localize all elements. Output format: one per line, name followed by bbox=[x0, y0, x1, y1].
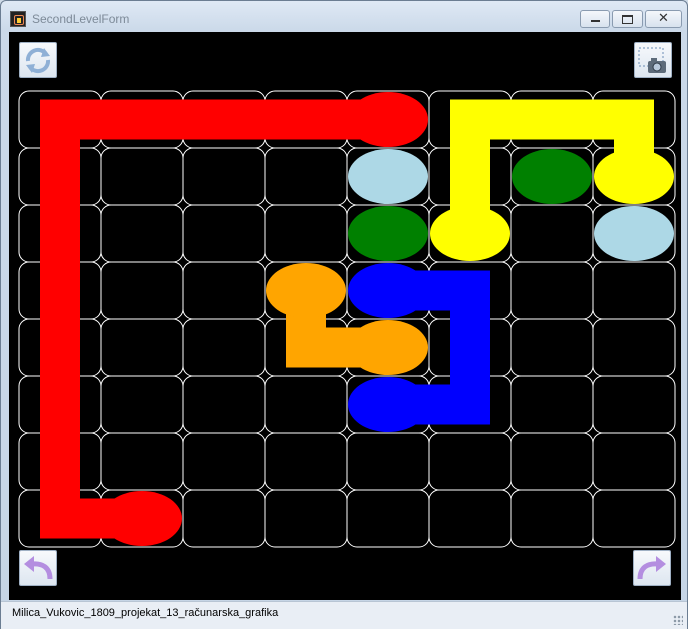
status-bar: Milica_Vukovic_1809_projekat_13_računars… bbox=[1, 601, 687, 629]
lightblue-dot[interactable] bbox=[594, 206, 674, 261]
game-board[interactable] bbox=[17, 89, 677, 549]
green-dot[interactable] bbox=[512, 149, 592, 204]
minimize-button[interactable] bbox=[580, 10, 610, 28]
orange-dot[interactable] bbox=[266, 263, 346, 318]
redo-arrow-icon bbox=[637, 556, 666, 580]
undo-arrow-icon bbox=[24, 556, 53, 580]
maximize-button[interactable] bbox=[612, 10, 643, 28]
red-dot[interactable] bbox=[348, 92, 428, 147]
refresh-icon bbox=[25, 47, 51, 74]
title-bar[interactable]: SecondLevelForm ✕ bbox=[1, 1, 687, 33]
yellow-dot[interactable] bbox=[594, 149, 674, 204]
red-dot[interactable] bbox=[102, 491, 182, 546]
yellow-dot[interactable] bbox=[430, 206, 510, 261]
redo-button[interactable] bbox=[633, 550, 671, 586]
screenshot-button[interactable] bbox=[634, 42, 672, 78]
game-area bbox=[9, 32, 681, 600]
app-icon bbox=[10, 11, 26, 27]
window-title: SecondLevelForm bbox=[32, 12, 130, 26]
blue-dot[interactable] bbox=[348, 263, 428, 318]
orange-dot[interactable] bbox=[348, 320, 428, 375]
resize-grip[interactable] bbox=[673, 615, 683, 625]
close-button[interactable]: ✕ bbox=[645, 10, 682, 28]
camera-icon bbox=[638, 47, 666, 73]
reset-button[interactable] bbox=[19, 42, 57, 78]
lightblue-dot[interactable] bbox=[348, 149, 428, 204]
game-window: SecondLevelForm ✕ Milica_Vukovic_1809_pr… bbox=[0, 0, 688, 629]
status-text: Milica_Vukovic_1809_projekat_13_računars… bbox=[12, 607, 279, 619]
blue-dot[interactable] bbox=[348, 377, 428, 432]
undo-button[interactable] bbox=[19, 550, 57, 586]
green-dot[interactable] bbox=[348, 206, 428, 261]
close-icon: ✕ bbox=[658, 11, 669, 26]
